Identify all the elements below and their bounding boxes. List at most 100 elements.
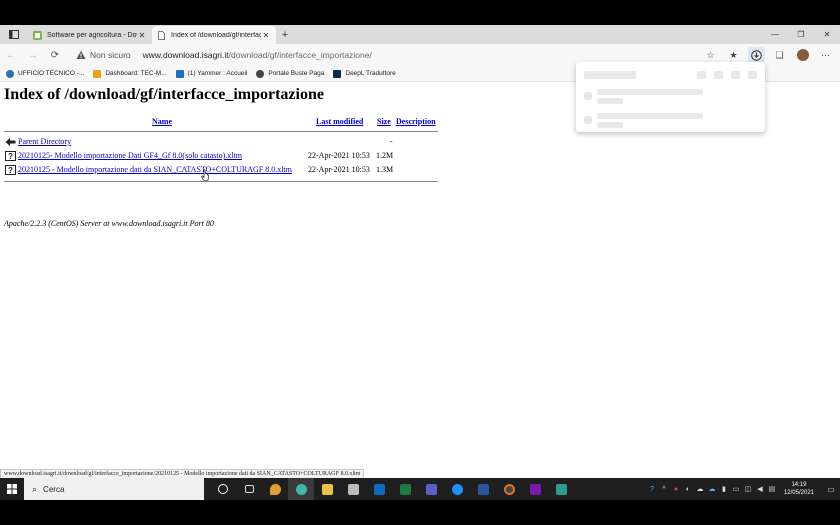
minimize-icon[interactable]: —	[762, 25, 788, 44]
favorite-dashboard[interactable]: Dashboard: TEC-M...	[93, 69, 167, 78]
loading-placeholder	[584, 116, 592, 124]
language-icon[interactable]: ▤	[766, 478, 778, 500]
tray-app-icon[interactable]: ◐	[682, 478, 694, 500]
security-label[interactable]: Non sicuro	[90, 50, 131, 60]
url-host: www.download.isagri.it	[142, 50, 229, 60]
back-button[interactable]: ←	[0, 44, 22, 66]
media-app-icon[interactable]	[496, 478, 522, 500]
word-icon[interactable]	[470, 478, 496, 500]
downloads-flyout	[576, 62, 765, 132]
file-size: -	[390, 137, 393, 146]
restore-icon[interactable]: ❐	[788, 25, 814, 44]
edge-app-icon[interactable]	[288, 478, 314, 500]
close-icon[interactable]: ✕	[261, 31, 271, 40]
new-tab-button[interactable]: +	[276, 26, 294, 44]
battery-icon[interactable]: ▭	[730, 478, 742, 500]
store-icon[interactable]	[340, 478, 366, 500]
microphone-icon[interactable]: ▮	[718, 478, 730, 500]
loading-placeholder	[597, 113, 703, 119]
tab-title: Software per agricoltura - Down	[47, 31, 137, 39]
clock-date: 12/05/2021	[783, 490, 814, 496]
record-icon[interactable]: ●	[670, 478, 682, 500]
favorite-yammer[interactable]: (1) Yammer : Accueil	[175, 69, 248, 78]
outlook-icon[interactable]	[366, 478, 392, 500]
file-link[interactable]: 20210125 - Modello importazione dati da …	[18, 165, 292, 174]
more-menu-icon[interactable]: ⋯	[817, 47, 834, 63]
directory-listing: Name Last modified Size Description Pare…	[4, 117, 444, 182]
back-folder-icon	[5, 138, 16, 146]
loading-placeholder	[597, 122, 623, 128]
help-icon[interactable]: ?	[646, 478, 658, 500]
sort-by-size-link[interactable]: Size	[377, 117, 391, 126]
notifications-icon[interactable]: ▭	[822, 478, 840, 500]
cloud-icon[interactable]: ☁	[694, 478, 706, 500]
cortana-icon[interactable]	[210, 478, 236, 500]
listing-header: Name Last modified Size Description	[4, 117, 444, 129]
search-icon: ⌕	[32, 483, 38, 494]
file-size: 1.3M	[376, 165, 394, 174]
teams-icon[interactable]	[418, 478, 444, 500]
loading-placeholder	[584, 92, 592, 100]
windows-icon	[7, 484, 17, 494]
windows-taskbar: ⌕ Cerca ? ^ ● ◐ ☁ ☁ ▮ ▭ ◫ ◀ ▤ 14:19 12/0…	[0, 478, 840, 500]
forward-button[interactable]: →	[22, 44, 44, 66]
address-bar[interactable]: Non sicuro www.download.isagri.it/downlo…	[76, 47, 716, 63]
sort-by-modified-link[interactable]: Last modified	[316, 117, 363, 126]
downloads-icon[interactable]	[748, 47, 765, 63]
task-view-icon[interactable]	[236, 478, 262, 500]
site-favicon-icon	[33, 30, 42, 40]
chevron-up-icon[interactable]: ^	[658, 478, 670, 500]
excel-icon[interactable]	[392, 478, 418, 500]
file-modified: 22-Apr-2021 10:53	[308, 165, 370, 174]
warning-icon	[76, 50, 86, 59]
favorite-label: (1) Yammer : Accueil	[187, 70, 248, 77]
sort-by-name-link[interactable]: Name	[152, 117, 172, 126]
favorite-label: UFFICIO TECNICO -...	[18, 70, 85, 77]
close-window-icon[interactable]: ✕	[814, 25, 840, 44]
network-icon[interactable]: ◫	[742, 478, 754, 500]
refresh-button[interactable]: ⟳	[44, 44, 66, 66]
favorite-deepl[interactable]: DeepL Traduttore	[333, 69, 396, 78]
page-icon	[158, 30, 165, 40]
start-button[interactable]	[0, 478, 24, 500]
maps-app-icon[interactable]	[262, 478, 288, 500]
sort-by-description-link[interactable]: Description	[396, 117, 436, 126]
download-app-icon[interactable]	[548, 478, 574, 500]
favorite-label: DeepL Traduttore	[345, 70, 396, 77]
tab-title: Index of /download/gf/interfacc	[171, 31, 261, 39]
file-explorer-icon[interactable]	[314, 478, 340, 500]
file-modified: 22-Apr-2021 10:53	[308, 151, 370, 160]
svg-text:?: ?	[8, 152, 13, 161]
tab-software-agricoltura[interactable]: Software per agricoltura - Down ✕	[28, 26, 152, 44]
clock[interactable]: 14:19 12/05/2021	[784, 481, 814, 497]
collections-icon[interactable]: ❏	[771, 47, 788, 63]
tab-actions-icon[interactable]	[0, 25, 28, 44]
table-row: ? 20210125- Modello importazione Dati GF…	[4, 151, 444, 163]
favorite-ufficio-tecnico[interactable]: UFFICIO TECNICO -...	[6, 69, 85, 78]
favorites-icon[interactable]: ★	[725, 47, 742, 63]
add-favorite-icon[interactable]: ☆	[702, 47, 719, 63]
messaging-icon[interactable]	[444, 478, 470, 500]
profile-avatar[interactable]	[794, 47, 811, 63]
search-placeholder: Cerca	[43, 484, 65, 494]
table-row: ? 20210125 - Modello importazione dati d…	[4, 165, 444, 177]
favorite-label: Dashboard: TEC-M...	[105, 70, 167, 77]
file-link[interactable]: 20210125- Modello importazione Dati GF4_…	[18, 151, 242, 160]
close-icon[interactable]: ✕	[137, 31, 147, 40]
office-icon	[6, 69, 14, 78]
yammer-icon	[175, 69, 184, 78]
taskbar-search-input[interactable]: ⌕ Cerca	[24, 478, 204, 500]
onenote-icon[interactable]	[522, 478, 548, 500]
page-content: Index of /download/gf/interfacce_importa…	[0, 82, 840, 480]
volume-icon[interactable]: ◀	[754, 478, 766, 500]
deepl-icon	[333, 69, 342, 78]
svg-text:?: ?	[8, 166, 13, 175]
tab-index-of[interactable]: Index of /download/gf/interfacc ✕	[152, 26, 276, 44]
favorite-buste-paga[interactable]: Portale Buste Paga	[256, 69, 324, 78]
server-signature: Apache/2.2.3 (CentOS) Server at www.down…	[4, 219, 214, 228]
page-title: Index of /download/gf/interfacce_importa…	[4, 86, 324, 103]
divider	[4, 131, 438, 132]
parent-directory-link[interactable]: Parent Directory	[18, 137, 71, 146]
tab-strip: Software per agricoltura - Down ✕ Index …	[0, 25, 840, 44]
onedrive-icon[interactable]: ☁	[706, 478, 718, 500]
